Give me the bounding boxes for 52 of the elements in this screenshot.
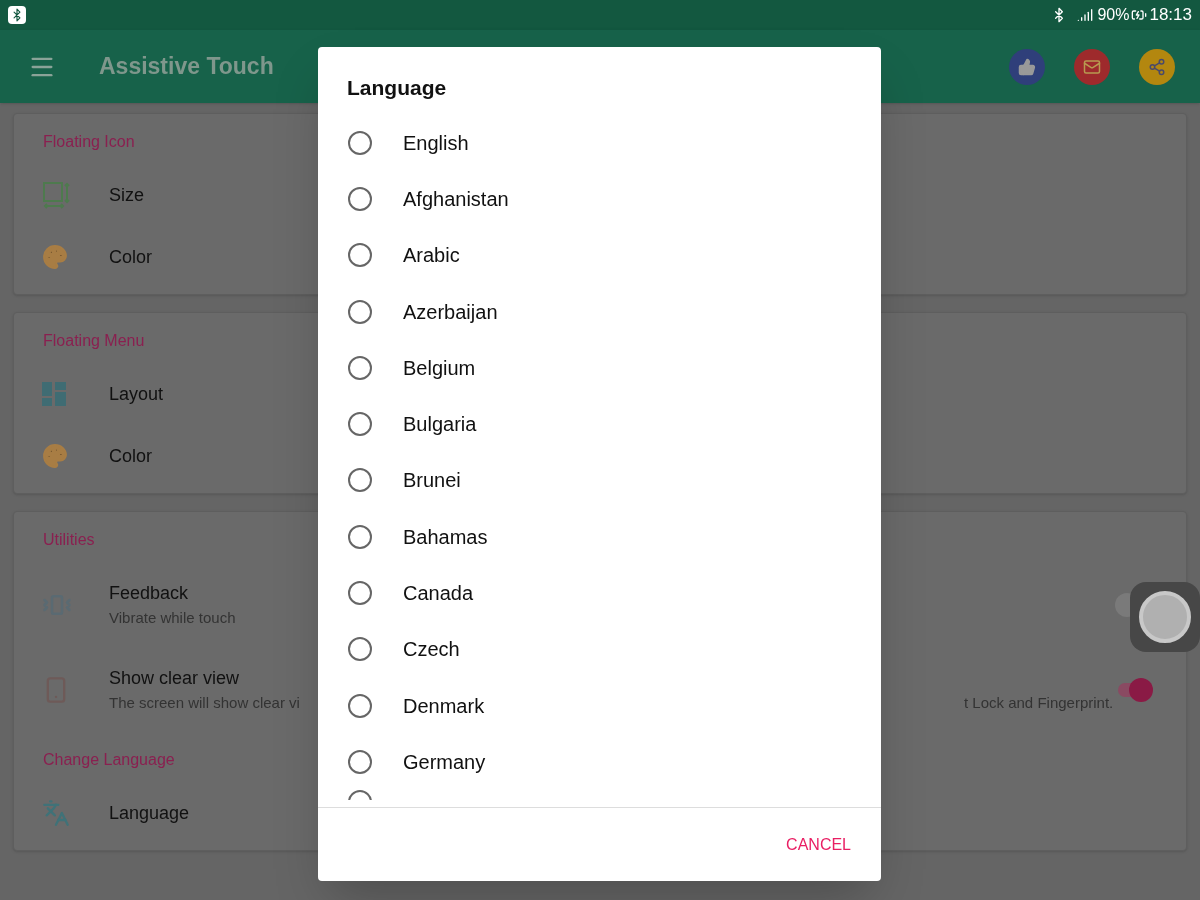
cancel-button[interactable]: CANCEL [784, 826, 853, 863]
dialog-title: Language [346, 75, 447, 101]
radio-button[interactable] [348, 468, 372, 493]
grid-layout-icon [42, 382, 66, 406]
radio-button[interactable] [348, 749, 372, 774]
bluetooth-notification-icon [8, 6, 26, 24]
thumbs-up-icon [1018, 57, 1036, 76]
floating-button-overlay[interactable] [1130, 582, 1200, 652]
radio-button[interactable] [348, 243, 372, 268]
language-option[interactable]: Brunei [318, 452, 881, 509]
section-header: Floating Menu [43, 331, 145, 351]
language-option[interactable]: Belgium [318, 339, 881, 396]
radio-button[interactable] [348, 355, 372, 380]
like-button[interactable] [1009, 48, 1045, 85]
language-option[interactable]: Arabic [318, 227, 881, 284]
section-header: Floating Icon [43, 132, 135, 152]
envelope-icon [1083, 57, 1101, 76]
language-option[interactable]: Bulgaria [318, 396, 881, 453]
setting-label[interactable]: Color [109, 442, 152, 470]
signal-icon [1077, 7, 1094, 23]
language-option[interactable]: Germany [318, 733, 881, 791]
section-header: Change Language [43, 750, 175, 770]
radio-button[interactable] [348, 299, 372, 324]
radio-button[interactable] [348, 186, 372, 211]
palette-icon [42, 244, 68, 270]
battery-percent: 90% [1097, 5, 1130, 25]
app-title: Assistive Touch [99, 52, 274, 82]
palette-icon [42, 443, 68, 469]
radio-button[interactable] [348, 412, 372, 437]
radio-button[interactable] [348, 581, 372, 605]
language-option[interactable]: English [318, 114, 881, 171]
share-button[interactable] [1139, 48, 1175, 85]
language-option[interactable]: Bahamas [318, 508, 881, 565]
translate-icon [42, 799, 70, 827]
mail-button[interactable] [1074, 48, 1110, 85]
setting-label[interactable]: Color [109, 243, 152, 271]
language-option[interactable]: Canada [318, 564, 881, 622]
language-option[interactable]: Czech [318, 621, 881, 678]
language-option[interactable]: Afghanistan [318, 170, 881, 228]
radio-button[interactable] [348, 130, 372, 155]
share-icon [1148, 57, 1166, 76]
resize-square-icon [42, 181, 70, 209]
radio-button[interactable] [348, 637, 372, 662]
language-option[interactable]: Denmark [318, 677, 881, 734]
setting-label[interactable]: Show clear view [109, 664, 240, 692]
language-option[interactable]: Azerbaijan [318, 283, 881, 340]
section-header: Utilities [43, 530, 95, 550]
setting-label[interactable]: Size [109, 181, 144, 209]
radio-button[interactable] [348, 693, 372, 718]
radio-button[interactable] [348, 524, 372, 549]
battery-icon [1131, 7, 1148, 23]
clock-time: 18:13 [1149, 4, 1192, 27]
